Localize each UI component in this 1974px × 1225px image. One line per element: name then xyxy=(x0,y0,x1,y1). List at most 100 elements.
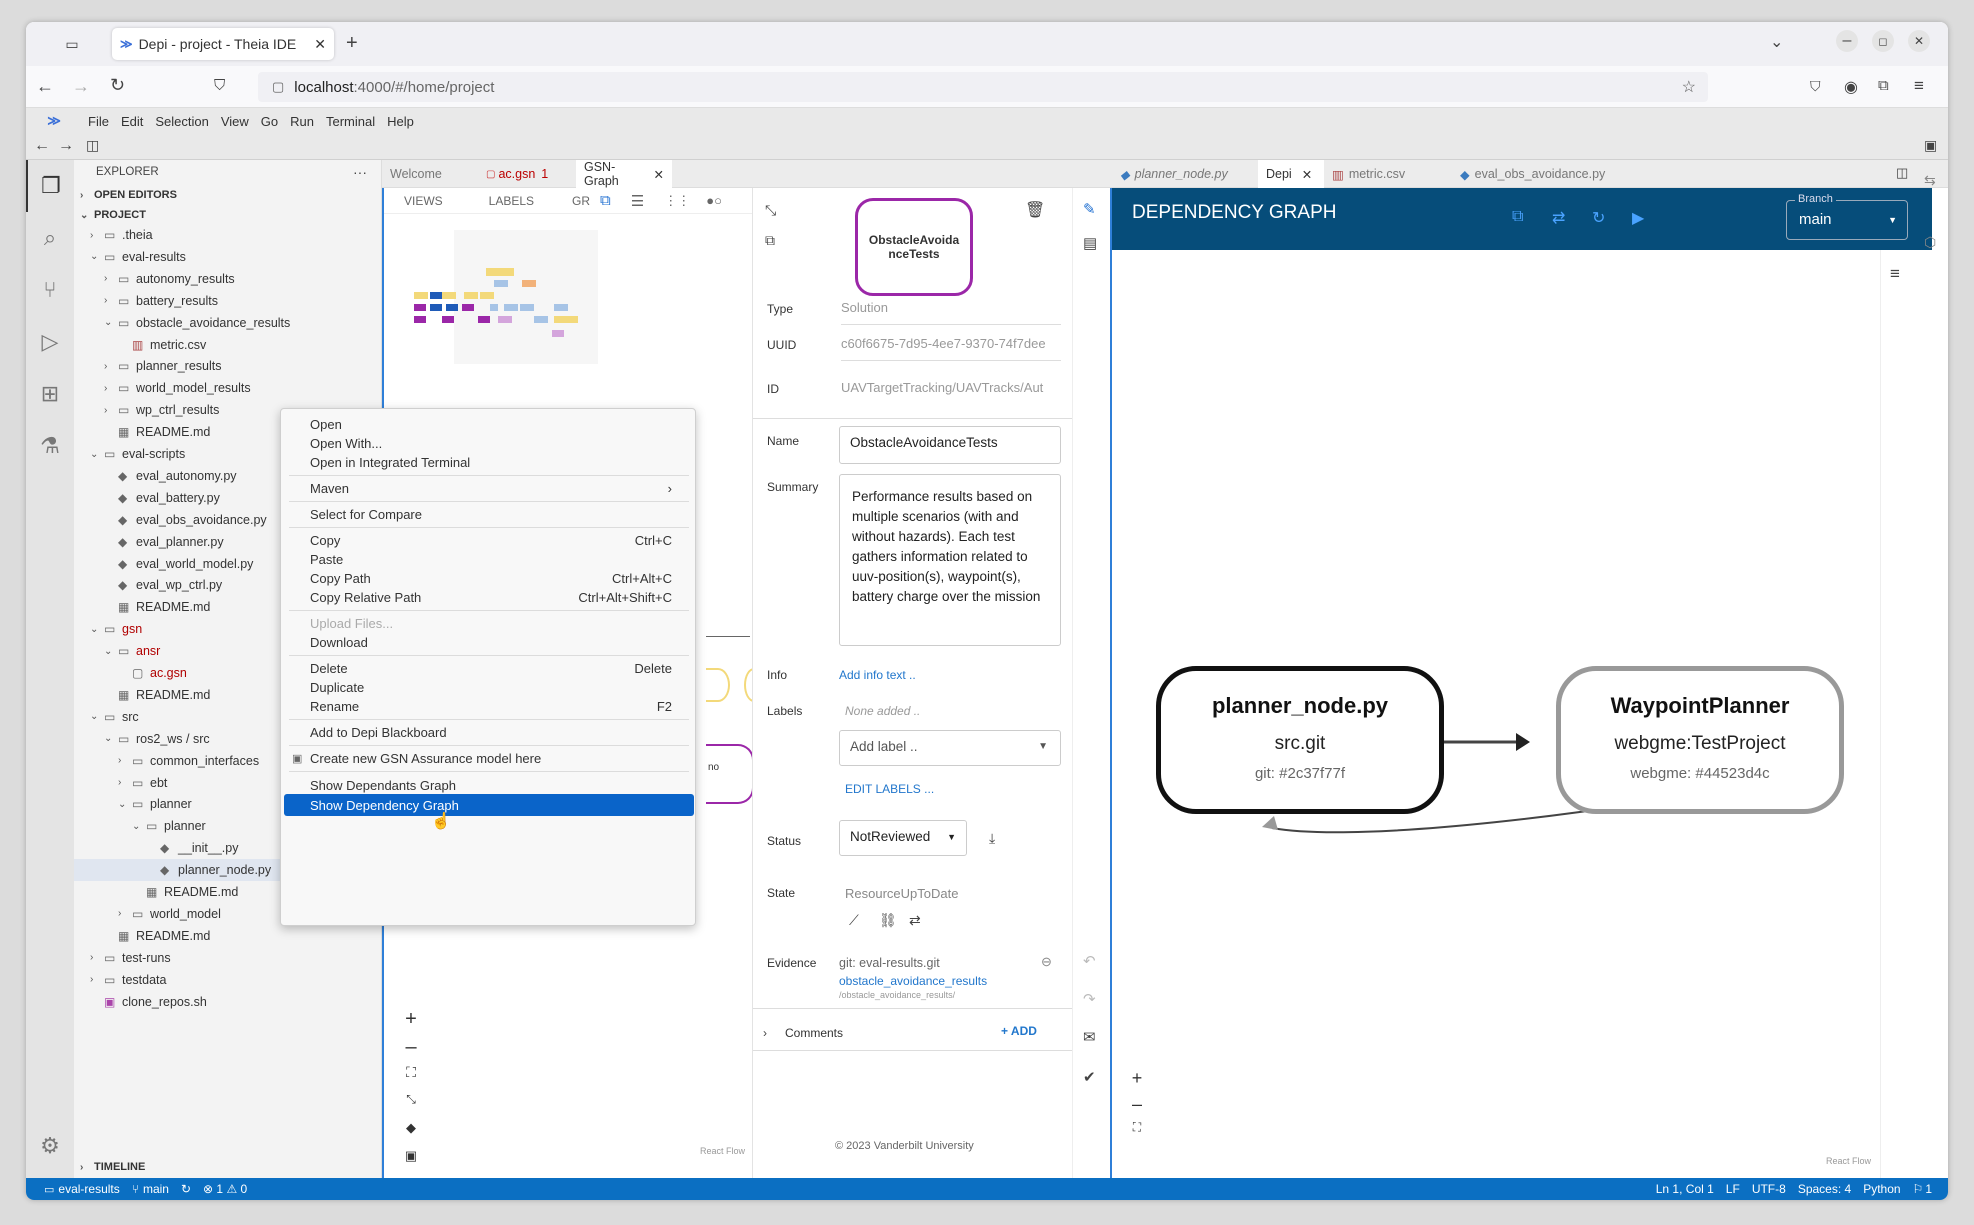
menu-edit[interactable]: Edit xyxy=(115,114,149,129)
shield-icon[interactable]: ⛉ xyxy=(214,77,225,94)
menu-open-terminal[interactable]: Open in Integrated Terminal xyxy=(284,451,694,473)
fit-view-button[interactable]: ⛶ xyxy=(396,1064,426,1092)
tab-gr[interactable]: GR xyxy=(572,194,590,208)
menu-copy-relative-path[interactable]: Copy Relative Path Ctrl+Alt+Shift+C xyxy=(284,586,694,608)
open-editors-section[interactable]: › OPEN EDITORS xyxy=(80,184,177,206)
tree-folder[interactable]: › ▭ test-runs xyxy=(74,947,382,969)
tab-views[interactable]: VIEWS xyxy=(404,194,443,208)
maximize-icon[interactable]: ◻ xyxy=(1872,30,1894,52)
status-encoding[interactable]: UTF-8 xyxy=(1752,1182,1786,1196)
search-icon[interactable]: ⌕ xyxy=(26,212,74,264)
tree-folder[interactable]: › ▭ world_model_results xyxy=(74,377,382,399)
app-menu-icon[interactable]: ≡ xyxy=(1914,76,1924,96)
gsn-node-partial[interactable]: no xyxy=(706,744,754,804)
status-position[interactable]: Ln 1, Col 1 xyxy=(1656,1182,1714,1196)
comments-label[interactable]: Comments xyxy=(785,1026,843,1040)
menu-add-depi[interactable]: Add to Depi Blackboard xyxy=(284,721,694,743)
browser-tab[interactable]: ≫ Depi - project - Theia IDE ✕ xyxy=(112,28,334,60)
edit-labels-link[interactable]: EDIT LABELS ... xyxy=(845,782,934,796)
settings-gear-icon[interactable]: ⚙ xyxy=(26,1120,74,1172)
sync-icon[interactable]: ↻ xyxy=(181,1182,191,1196)
close-icon[interactable]: ✕ xyxy=(1302,167,1312,182)
name-input[interactable]: ObstacleAvoidanceTests xyxy=(839,426,1061,464)
status-spaces[interactable]: Spaces: 4 xyxy=(1798,1182,1851,1196)
tab-depi[interactable]: Depi ✕ xyxy=(1258,160,1324,188)
extensions-icon[interactable]: ⧉ xyxy=(1878,77,1889,94)
status-language[interactable]: Python xyxy=(1863,1182,1900,1196)
tree-folder[interactable]: › ▭ battery_results xyxy=(74,290,382,312)
zoom-out-button[interactable]: – xyxy=(1124,1094,1150,1120)
menu-select-compare[interactable]: Select for Compare xyxy=(284,503,694,525)
status-select[interactable]: NotReviewed ▼ xyxy=(839,820,967,856)
gsn-option-partial[interactable] xyxy=(706,668,730,702)
delete-icon[interactable]: 🗑 xyxy=(1025,200,1045,220)
menu-view[interactable]: View xyxy=(215,114,255,129)
status-notifications[interactable]: 1 xyxy=(1925,1182,1932,1196)
status-eol[interactable]: LF xyxy=(1726,1182,1740,1196)
grid-icon[interactable]: ⋮⋮ xyxy=(664,193,690,209)
tree-folder[interactable]: › ▭ autonomy_results xyxy=(74,268,382,290)
tab-eval-obs[interactable]: ◆ eval_obs_avoidance.py xyxy=(1452,160,1622,188)
nav-back-icon[interactable]: ← xyxy=(34,137,50,155)
status-repo[interactable]: eval-results xyxy=(58,1182,119,1196)
tree-folder[interactable]: ⌄ ▭ obstacle_avoidance_results xyxy=(74,312,382,334)
close-icon[interactable]: ✕ xyxy=(654,167,664,182)
label-button[interactable]: ◆ xyxy=(396,1120,426,1148)
close-tab-icon[interactable]: ✕ xyxy=(314,36,326,53)
react-flow-attribution[interactable]: React Flow xyxy=(1826,1156,1871,1166)
fit-view-button[interactable]: ⛶ xyxy=(1124,1120,1150,1146)
tree-layout-icon[interactable]: ⧉ xyxy=(600,192,611,209)
menu-maven[interactable]: Maven › xyxy=(284,477,694,499)
nav-forward-icon[interactable]: → xyxy=(58,137,74,155)
tab-gsn-graph[interactable]: GSN-Graph ✕ xyxy=(576,160,672,188)
bookmark-star-icon[interactable]: ☆ xyxy=(1682,77,1696,97)
image-export-button[interactable]: ▣ xyxy=(396,1148,426,1176)
hex-icon[interactable]: ⬡ xyxy=(1924,234,1936,251)
tab-welcome[interactable]: Welcome xyxy=(382,160,478,188)
add-label-select[interactable]: Add label .. ▼ xyxy=(839,730,1061,766)
back-icon[interactable]: ← xyxy=(36,76,54,97)
link-icon[interactable]: ⇄ xyxy=(909,912,921,929)
status-branch[interactable]: main xyxy=(143,1182,169,1196)
tree-file[interactable]: ▥ metric.csv xyxy=(74,334,382,356)
edit-properties-icon[interactable]: ✎ xyxy=(1083,200,1096,218)
unlink-icon[interactable]: ⛓ xyxy=(879,912,897,929)
toggle-sidebar-icon[interactable]: ◫ xyxy=(86,137,99,154)
tab-planner-node[interactable]: ◆ planner_node.py xyxy=(1112,160,1258,188)
pocket-icon[interactable]: ⛉ xyxy=(1810,78,1821,95)
open-external-icon[interactable]: ⧉ xyxy=(765,232,775,249)
account-icon[interactable]: ◉ xyxy=(1844,77,1858,97)
close-window-icon[interactable]: ✕ xyxy=(1908,30,1930,52)
project-section[interactable]: ⌄ PROJECT xyxy=(80,204,146,226)
toggle-icon[interactable]: ●○ xyxy=(706,193,722,208)
menu-run[interactable]: Run xyxy=(284,114,320,129)
tab-labels[interactable]: LABELS xyxy=(489,194,534,208)
tree-folder[interactable]: › ▭ .theia xyxy=(74,224,382,246)
redo-icon[interactable]: ↷ xyxy=(1083,990,1096,1008)
check-circle-icon[interactable]: ✔ xyxy=(1083,1068,1096,1086)
zoom-in-button[interactable]: + xyxy=(1124,1068,1150,1094)
menu-show-dependency[interactable]: Show Dependency Graph xyxy=(284,794,694,816)
chevron-right-icon[interactable]: › xyxy=(763,1026,767,1040)
source-control-icon[interactable]: ⑂ xyxy=(26,264,74,316)
explorer-icon[interactable]: ❐ xyxy=(26,160,74,212)
extensions-icon[interactable]: ⊞ xyxy=(26,368,74,420)
evidence-link[interactable]: obstacle_avoidance_results xyxy=(839,974,987,988)
add-comment-button[interactable]: + ADD xyxy=(1001,1024,1037,1038)
dependency-node-waypoint[interactable]: WaypointPlanner webgme:TestProject webgm… xyxy=(1556,666,1844,814)
menu-file[interactable]: File xyxy=(82,114,115,129)
summary-textarea[interactable]: Performance results based on multiple sc… xyxy=(839,474,1061,646)
zoom-in-button[interactable]: + xyxy=(396,1008,426,1036)
url-input[interactable]: ▢ localhost:4000/#/home/project ☆ xyxy=(258,72,1708,102)
menu-show-dependants[interactable]: Show Dependants Graph xyxy=(284,774,694,796)
add-info-link[interactable]: Add info text .. xyxy=(839,668,916,682)
dependency-node-planner[interactable]: planner_node.py src.git git: #2c37f77f xyxy=(1156,666,1444,814)
document-icon[interactable]: ▤ xyxy=(1083,234,1097,252)
reload-icon[interactable]: ↻ xyxy=(110,75,125,96)
run-debug-icon[interactable]: ▷ xyxy=(26,316,74,368)
menu-rename[interactable]: Rename F2 xyxy=(284,695,694,717)
tree-file[interactable]: ▣ clone_repos.sh xyxy=(74,991,382,1013)
menu-selection[interactable]: Selection xyxy=(149,114,214,129)
tab-overview-icon[interactable]: ▭ xyxy=(62,34,82,54)
trend-icon[interactable]: ⟋ xyxy=(849,912,859,929)
